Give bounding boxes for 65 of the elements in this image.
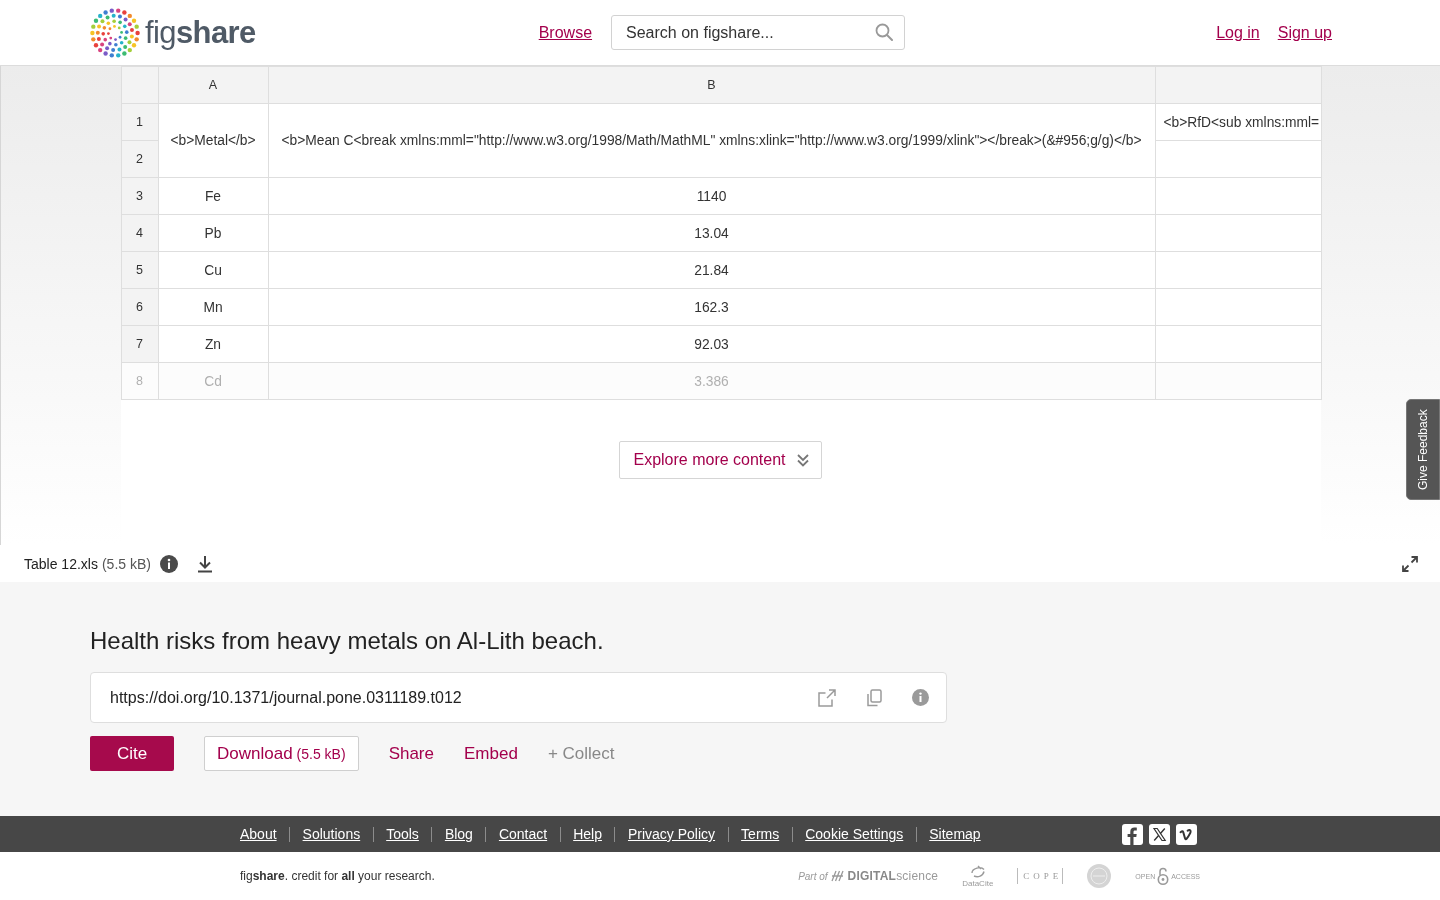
row-number: 7 — [121, 325, 158, 363]
facebook-icon[interactable] — [1122, 823, 1143, 845]
file-size: (5.5 kB) — [101, 555, 151, 572]
item-title: Health risks from heavy metals on Al-Lith beach. — [90, 627, 605, 655]
row-number: 1 — [121, 103, 158, 141]
footer-link[interactable]: Terms — [741, 826, 780, 842]
row-number: 5 — [121, 251, 158, 289]
file-name: Table 12.xls — [24, 555, 98, 572]
digital-science-logo[interactable]: Part of DIGITALscience — [798, 869, 939, 883]
table-cell: Mn — [158, 288, 268, 326]
double-chevron-icon — [796, 453, 809, 467]
table-cell: <b>Mean C<break xmlns:mml="http://www.w3.org/1998/Math/MathML" xmlns:xlink="http://www.w3.org/1999/xlink"></break>(&#956;g/g)</b> — [268, 103, 1155, 178]
column-header: A — [158, 66, 268, 104]
explore-more-button[interactable]: Explore more content — [619, 441, 822, 479]
table-cell: 3.386 — [268, 362, 1155, 400]
search-icon[interactable] — [875, 23, 894, 41]
info-icon[interactable] — [159, 554, 178, 573]
external-link-icon[interactable] — [818, 688, 836, 707]
table-cell: 92.03 — [268, 325, 1155, 363]
footer-link[interactable]: Contact — [498, 826, 548, 842]
footer-link[interactable]: Blog — [444, 826, 473, 842]
doi-link[interactable]: https://doi.org/10.1371/journal.pone.0311189.t012 — [110, 688, 462, 707]
column-header: B — [268, 66, 1155, 104]
row-number: 4 — [121, 214, 158, 252]
table-cell: 1140 — [268, 177, 1155, 215]
cite-button[interactable]: Cite — [90, 736, 174, 771]
footer-link[interactable]: About — [240, 826, 277, 842]
table-cell: Zn — [158, 325, 268, 363]
search-field[interactable]: Search on figshare... — [611, 15, 906, 50]
table-cell: Cu — [158, 251, 268, 289]
download-icon[interactable] — [195, 554, 214, 573]
footer-link[interactable]: Solutions — [302, 826, 361, 842]
tagline: figshare. credit for all your research. — [240, 869, 435, 883]
copy-icon[interactable] — [866, 688, 882, 707]
footer-link[interactable]: Help — [573, 826, 602, 842]
table-cell: 21.84 — [268, 251, 1155, 289]
footer-link[interactable]: Sitemap — [929, 826, 981, 842]
vimeo-icon[interactable] — [1176, 823, 1197, 845]
dot-ring-icon[interactable] — [90, 7, 140, 58]
download-button[interactable]: Download (5.5 kB) — [204, 736, 359, 771]
login-link[interactable]: Log in — [1216, 23, 1260, 42]
stripes-icon — [830, 870, 845, 882]
table-cell: Pb — [158, 214, 268, 252]
table-cell: Fe — [158, 177, 268, 215]
embed-link[interactable]: Embed — [464, 743, 518, 764]
footer-link[interactable]: Tools — [386, 826, 419, 842]
share-link[interactable]: Share — [388, 743, 434, 764]
expand-icon[interactable] — [1402, 555, 1418, 572]
row-number: 6 — [121, 288, 158, 326]
row-number: 8 — [121, 362, 158, 400]
table-cell: <b>RfD<sub xmlns:mml= — [1155, 103, 1321, 141]
table-cell: 13.04 — [268, 214, 1155, 252]
logo-link[interactable]: figshare — [90, 7, 256, 58]
browse-link[interactable]: Browse — [538, 23, 593, 42]
row-number: 2 — [121, 140, 158, 178]
row-number: 3 — [121, 177, 158, 215]
table-cell: 162.3 — [268, 288, 1155, 326]
signup-link[interactable]: Sign up — [1277, 23, 1332, 42]
feedback-tab[interactable]: Give Feedback — [1406, 399, 1440, 500]
swirl-icon — [968, 864, 987, 878]
table-cell: Cd — [158, 362, 268, 400]
lock-icon — [1157, 867, 1170, 885]
footer-link[interactable]: Cookie Settings — [805, 826, 904, 842]
footer-link[interactable]: Privacy Policy — [627, 826, 716, 842]
x-logo-icon[interactable] — [1149, 823, 1170, 845]
